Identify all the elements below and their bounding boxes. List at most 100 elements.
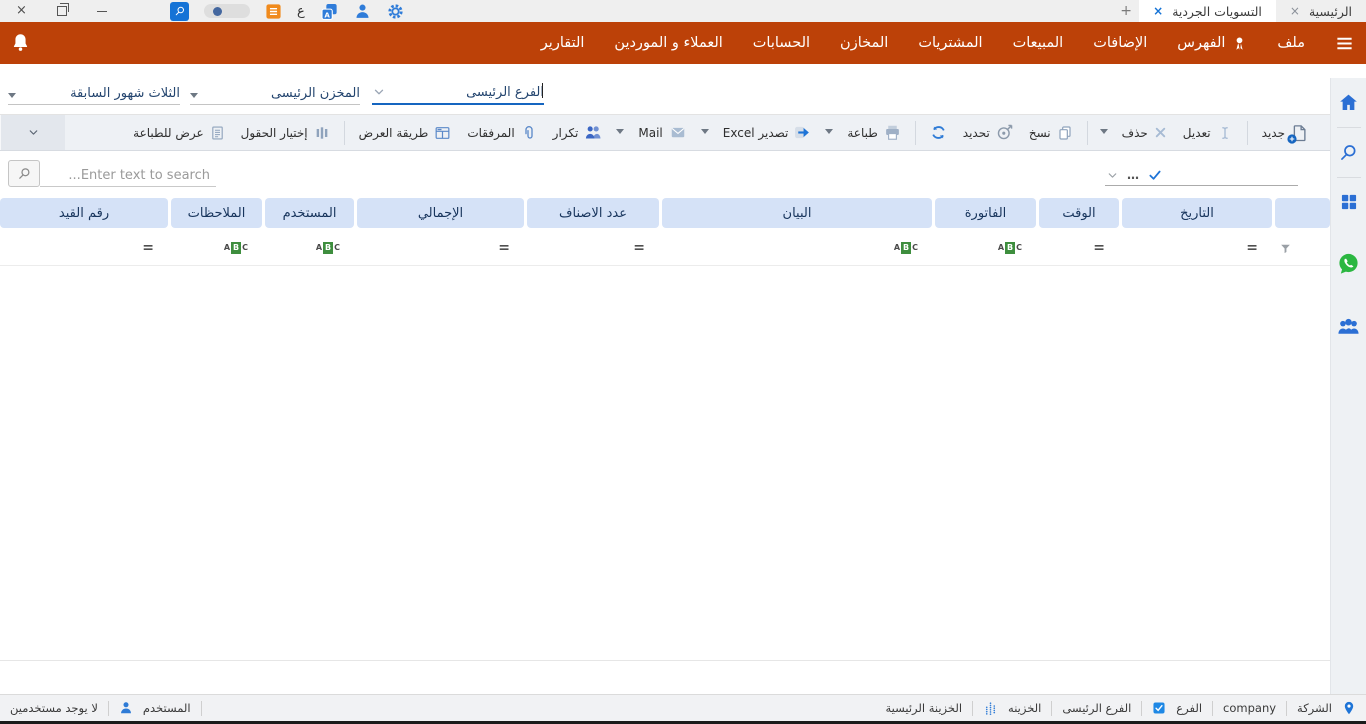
branch-select[interactable]: الفرع الرئيسى	[372, 79, 544, 105]
equals-filter-icon: =	[1246, 240, 1258, 256]
quick-search-icon[interactable]	[170, 2, 189, 21]
choose-fields-button[interactable]: إختيار الحقول	[234, 118, 337, 148]
filter-cell-user[interactable]: = ABC	[265, 234, 354, 262]
branch-value[interactable]: الفرع الرئيسى	[1062, 701, 1131, 715]
mail-button[interactable]: Mail	[631, 118, 693, 148]
list-icon[interactable]	[265, 3, 282, 20]
refresh-button[interactable]	[923, 118, 954, 148]
menu-item-reports[interactable]: التقارير	[541, 35, 585, 51]
whatsapp-icon[interactable]	[1337, 252, 1360, 275]
filter-cell-invoice[interactable]: = ABC	[935, 234, 1036, 262]
users-group-icon[interactable]	[1337, 315, 1360, 338]
toolbar-overflow-button[interactable]	[0, 115, 65, 150]
menu-item-file[interactable]: ملف	[1277, 35, 1305, 51]
column-header-time[interactable]: الوقت	[1039, 198, 1119, 228]
check-icon[interactable]	[1148, 168, 1162, 182]
delete-button[interactable]: حذف	[1115, 118, 1174, 148]
filter-cell-total[interactable]: = ABC	[357, 234, 524, 262]
column-header-total[interactable]: الإجمالي	[357, 198, 524, 228]
delete-dropdown-button[interactable]	[1095, 118, 1113, 148]
column-header-description[interactable]: البيان	[662, 198, 932, 228]
close-window-button[interactable]: ×	[16, 0, 27, 22]
view-mode-button[interactable]: طريقة العرض	[352, 118, 459, 148]
abc-filter-icon: ABC	[224, 242, 248, 254]
grid-empty-area[interactable]	[0, 266, 1330, 694]
funnel-icon[interactable]	[1279, 242, 1292, 255]
menu-item-warehouses[interactable]: المخازن	[840, 35, 888, 51]
settings-gear-icon[interactable]	[386, 2, 405, 21]
chevron-down-icon[interactable]	[372, 85, 386, 99]
copy-button[interactable]: نسخ	[1022, 118, 1080, 148]
filter-cell-notes[interactable]: = ABC	[171, 234, 262, 262]
minimize-window-icon[interactable]	[97, 11, 107, 12]
toggle-switch[interactable]	[204, 4, 250, 18]
menu-item-clients-suppliers[interactable]: العملاء و الموردين	[614, 35, 722, 51]
export-excel-button[interactable]: تصدير Excel	[716, 118, 819, 148]
home-icon[interactable]	[1338, 92, 1359, 113]
tab-home[interactable]: × الرئيسية	[1276, 0, 1366, 22]
warehouse-select[interactable]: المخزن الرئيسى	[190, 79, 360, 105]
select-button[interactable]: تحديد	[956, 118, 1020, 148]
edit-ibeam-icon	[1217, 125, 1233, 141]
columns-icon	[314, 125, 330, 141]
duplicate-button[interactable]: تكرار	[546, 118, 610, 148]
column-header-invoice[interactable]: الفاتورة	[935, 198, 1036, 228]
checkbox-icon[interactable]	[1152, 701, 1166, 715]
menu-item-purchases[interactable]: المشتريات	[918, 35, 982, 51]
edit-button[interactable]: تعديل	[1176, 118, 1240, 148]
close-tab-icon[interactable]: ×	[1153, 4, 1163, 18]
button-label: عرض للطباعة	[133, 126, 203, 140]
menu-item-sales[interactable]: المبيعات	[1013, 35, 1064, 51]
language-letter[interactable]: ع	[297, 4, 305, 19]
titlebar-quick-icons: ع	[170, 0, 405, 22]
statusbar-separator	[1141, 701, 1142, 716]
column-header-notes[interactable]: الملاحظات	[171, 198, 262, 228]
new-button[interactable]: جديد	[1255, 118, 1316, 148]
user-value[interactable]: لا يوجد مستخدمين	[10, 701, 98, 715]
period-select[interactable]: الثلاث شهور السابقة	[8, 79, 180, 105]
abc-filter-icon: ABC	[316, 242, 340, 254]
menu-item-accounts[interactable]: الحسابات	[753, 35, 810, 51]
print-button[interactable]: طباعة	[840, 118, 907, 148]
column-header-items-count[interactable]: عدد الاصناف	[527, 198, 659, 228]
print-preview-button[interactable]: عرض للطباعة	[126, 118, 231, 148]
company-value[interactable]: company	[1223, 701, 1276, 715]
filter-condition-field[interactable]: …	[1105, 163, 1298, 186]
chevron-down-icon[interactable]	[1106, 169, 1119, 182]
apps-grid-icon[interactable]	[1339, 192, 1359, 212]
filter-cell-entry-number[interactable]: = ABC	[0, 234, 168, 262]
search-icon[interactable]	[1338, 142, 1359, 163]
print-dropdown-button[interactable]	[820, 118, 838, 148]
tab-inventory-adjustments[interactable]: × التسويات الجردية	[1139, 0, 1276, 22]
notifications-bell-icon[interactable]	[10, 32, 31, 53]
filter-cell-description[interactable]: = ABC	[662, 234, 932, 262]
translate-icon[interactable]	[320, 2, 339, 21]
column-header-entry-number[interactable]: رقم القيد	[0, 198, 168, 228]
user-icon[interactable]	[354, 3, 371, 20]
hamburger-menu-icon[interactable]	[1335, 34, 1354, 53]
filter-cell-time[interactable]: = ABC	[1039, 234, 1119, 262]
search-icon[interactable]	[8, 160, 40, 187]
new-tab-button[interactable]: +	[1113, 0, 1139, 22]
column-header-date[interactable]: التاريخ	[1122, 198, 1272, 228]
column-header-user[interactable]: المستخدم	[265, 198, 354, 228]
toolbar: جديد تعديل حذف نسخ تحديد طباعة	[0, 114, 1330, 151]
export-dropdown-button[interactable]	[696, 118, 714, 148]
dropdown-arrow-icon[interactable]	[190, 93, 198, 98]
attachments-button[interactable]: المرفقات	[460, 118, 543, 148]
filter-row-indicator	[1275, 234, 1330, 262]
filter-cell-date[interactable]: = ABC	[1122, 234, 1272, 262]
search-input[interactable]	[40, 165, 216, 187]
menu-item-addons[interactable]: الإضافات	[1093, 35, 1147, 51]
treasury-value[interactable]: الخزينة الرئيسية	[885, 701, 962, 715]
menu-item-index[interactable]: الفهرس	[1177, 35, 1247, 52]
main-menu-bar: ملف الفهرس الإضافات المبيعات المشتريات ا…	[0, 22, 1366, 64]
ellipsis-icon[interactable]: …	[1127, 171, 1140, 179]
filter-cell-items-count[interactable]: = ABC	[527, 234, 659, 262]
close-tab-icon[interactable]: ×	[1290, 4, 1300, 18]
mail-dropdown-button[interactable]	[611, 118, 629, 148]
restore-window-icon[interactable]	[57, 6, 67, 16]
dropdown-arrow-icon[interactable]	[8, 93, 16, 98]
button-label: تكرار	[553, 126, 579, 140]
paperclip-icon	[521, 125, 537, 141]
